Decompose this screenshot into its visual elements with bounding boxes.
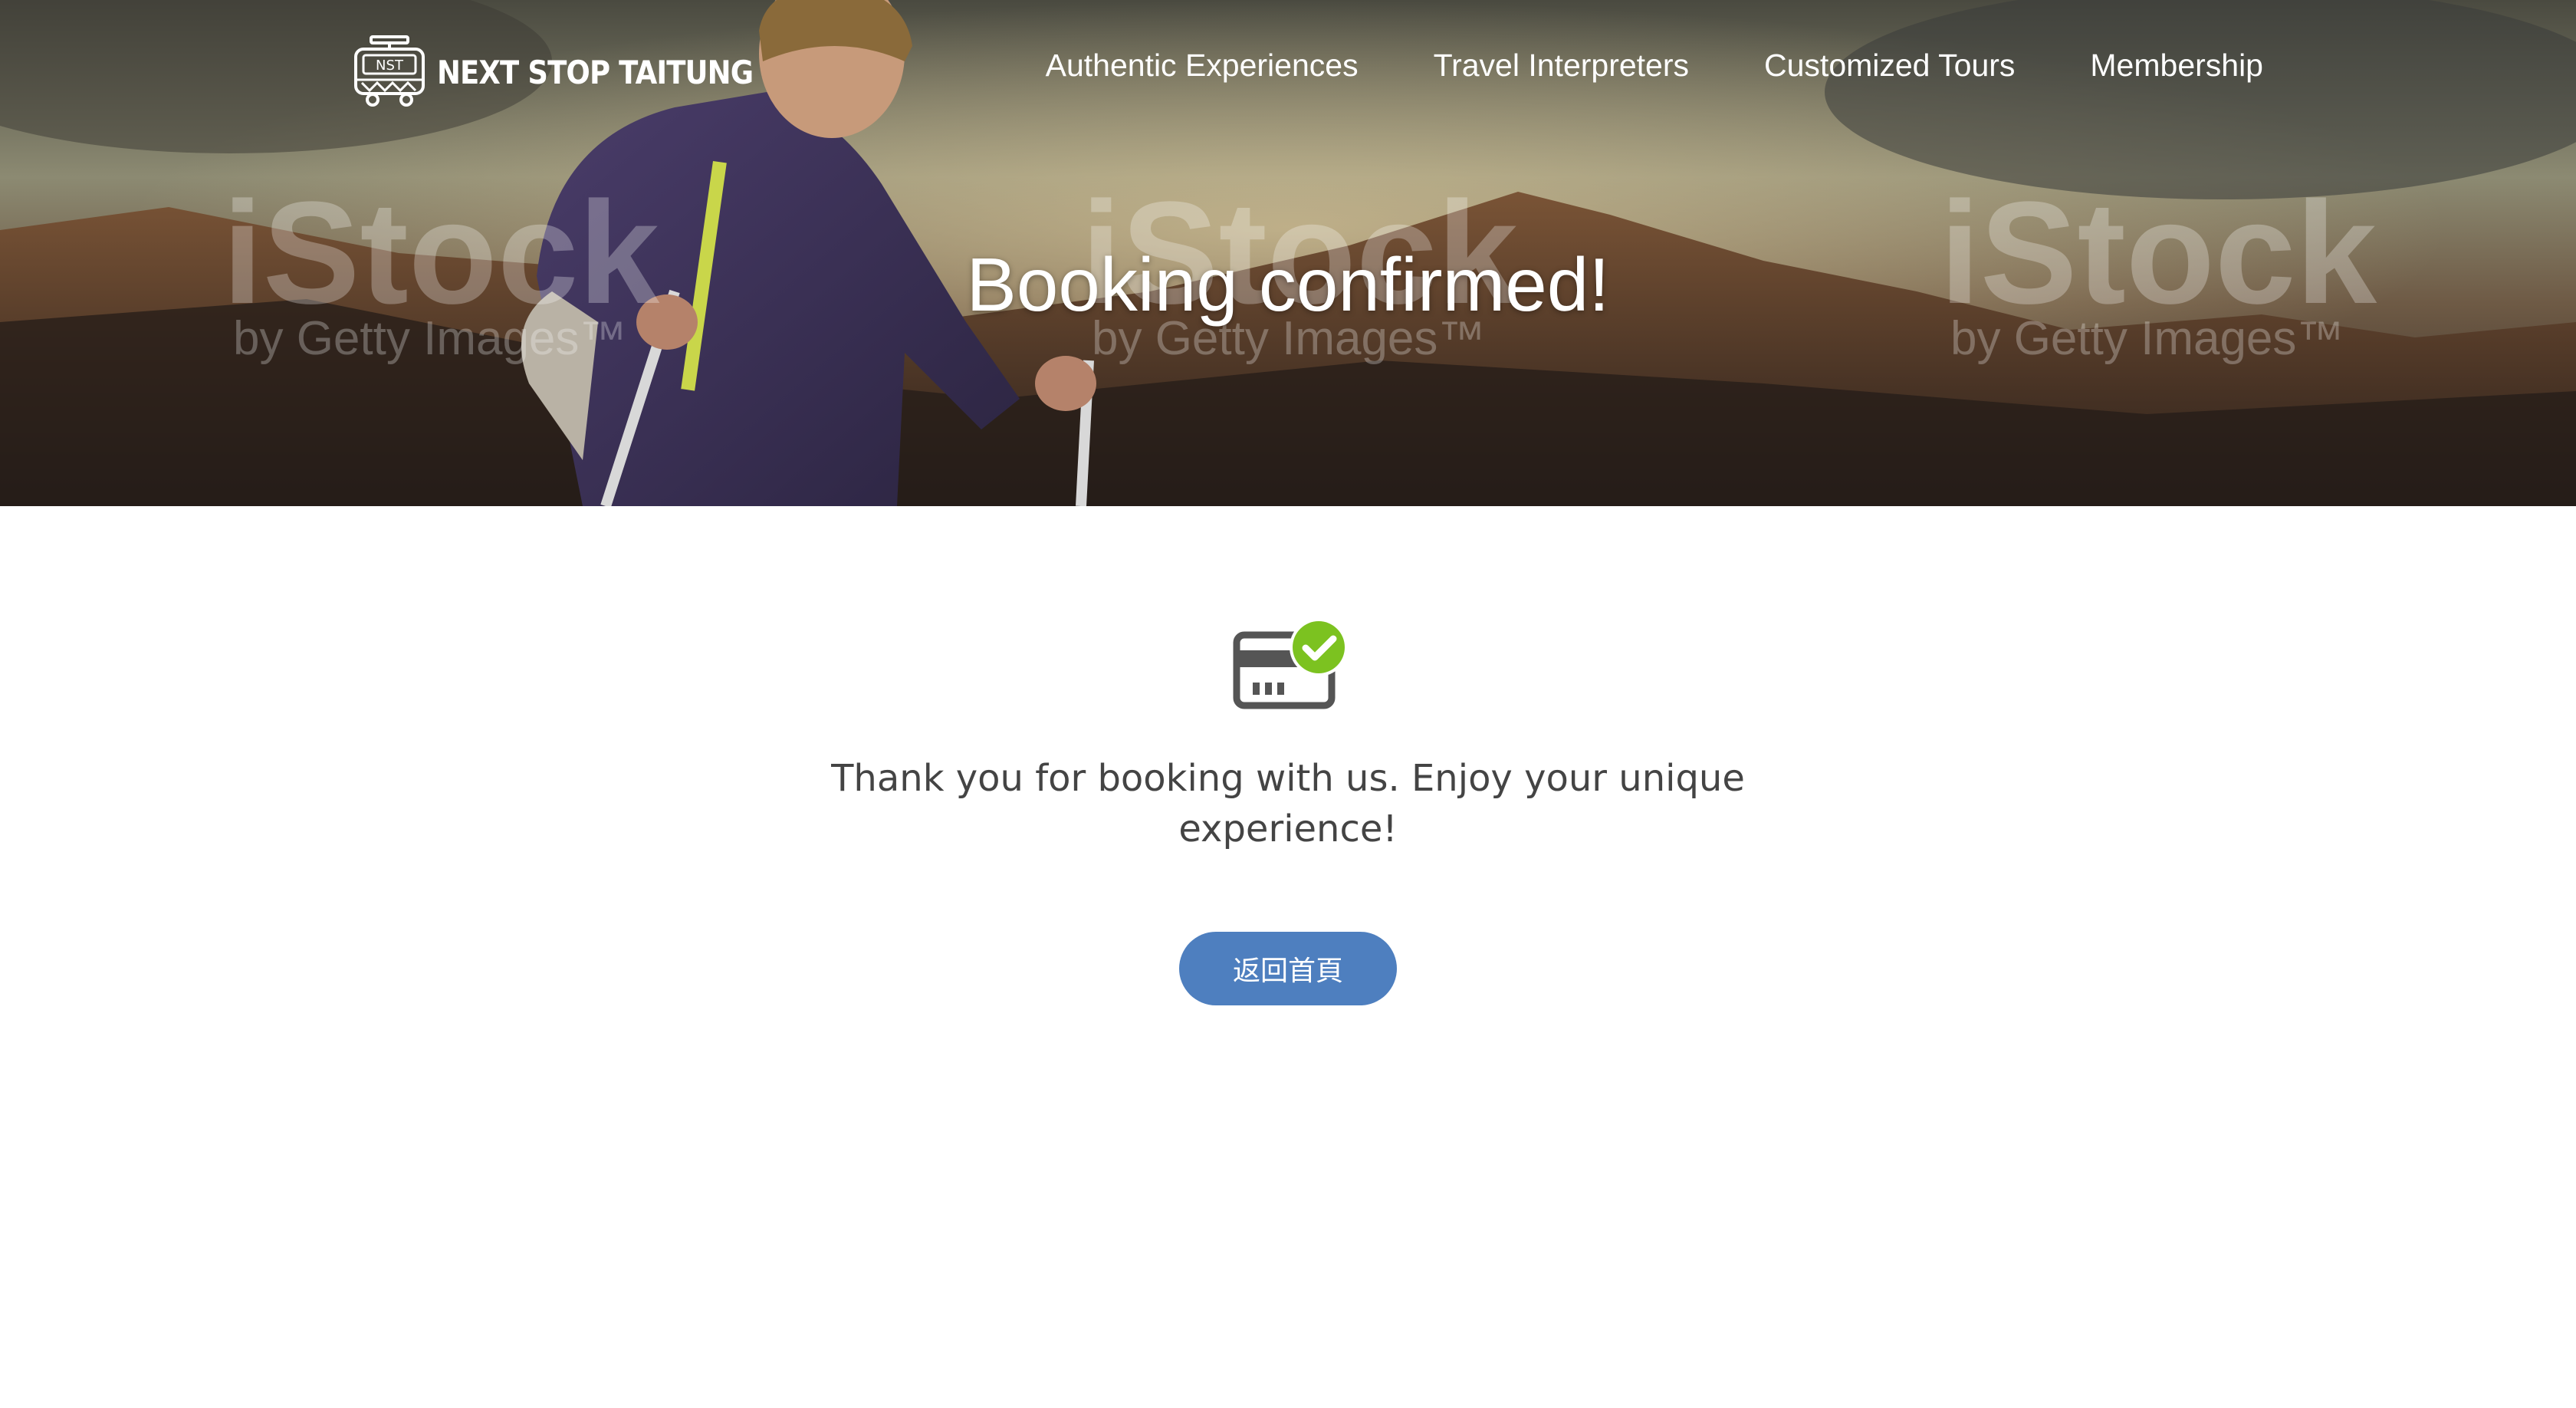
site-header: NST NEXT STOP TAITUNG Authentic Experien…: [0, 0, 2576, 146]
tram-logo-icon: NST: [354, 35, 425, 107]
hero-banner: NST NEXT STOP TAITUNG Authentic Experien…: [0, 0, 2576, 506]
nav-item-membership[interactable]: Membership: [2090, 48, 2263, 84]
nav-item-travel-interpreters[interactable]: Travel Interpreters: [1434, 48, 1689, 84]
nav-item-authentic-experiences[interactable]: Authentic Experiences: [1046, 48, 1359, 84]
confirmation-content: Thank you for booking with us. Enjoy you…: [0, 506, 2576, 1408]
nav-item-customized-tours[interactable]: Customized Tours: [1764, 48, 2015, 84]
back-to-home-button[interactable]: 返回首頁: [1179, 932, 1397, 1005]
confirmation-message: Thank you for booking with us. Enjoy you…: [831, 757, 1745, 850]
logo-mark-text: NST: [376, 58, 404, 74]
payment-card-check-icon: [1233, 618, 1348, 709]
main-nav: Authentic Experiences Travel Interpreter…: [1046, 48, 2263, 84]
logo-text: NEXT STOP TAITUNG: [437, 53, 754, 91]
site-logo[interactable]: NST NEXT STOP TAITUNG: [351, 34, 796, 110]
page-title: Booking confirmed!: [966, 242, 1610, 327]
